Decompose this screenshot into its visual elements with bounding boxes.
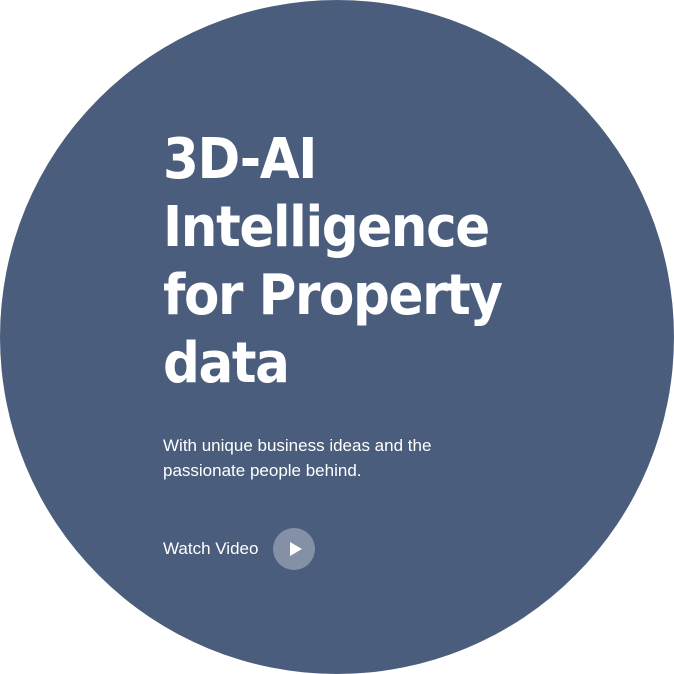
headline-line-1: 3D-AI [163,127,317,192]
headline-line-3: for Property [163,263,503,328]
headline-line-4: data [163,331,290,396]
play-button[interactable] [273,528,316,570]
play-icon [289,542,302,556]
subtitle-line-2: passionate people behind. [163,461,362,480]
watch-video-link[interactable]: Watch Video [163,528,603,570]
hero-headline: 3D-AI Intelligence for Property data [163,126,568,398]
headline-line-2: Intelligence [163,195,490,260]
hero-content: 3D-AI Intelligence for Property data Wit… [163,126,603,570]
watch-video-label[interactable]: Watch Video [163,539,258,559]
hero-subtitle: With unique business ideas and the passi… [163,433,603,483]
hero-section: 3D-AI Intelligence for Property data Wit… [0,0,674,674]
subtitle-line-1: With unique business ideas and the [163,436,432,455]
